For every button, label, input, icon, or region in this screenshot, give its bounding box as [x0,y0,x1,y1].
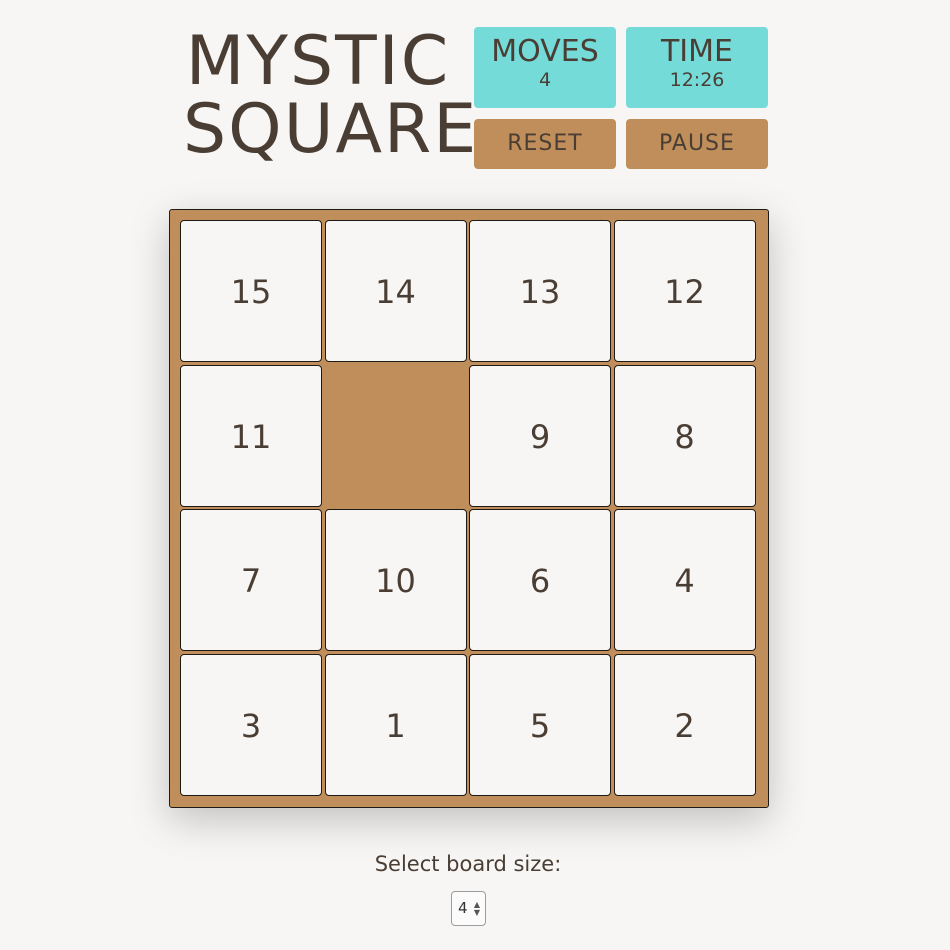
puzzle-tile[interactable]: 11 [180,364,322,507]
puzzle-tile[interactable]: 3 [180,653,322,796]
title-line-2: SQUARE [183,90,479,169]
time-value: 12:26 [669,69,725,91]
board-size-label: Select board size: [374,852,562,876]
puzzle-tile[interactable]: 4 [613,509,756,651]
puzzle-tile[interactable]: 1 [324,653,467,796]
reset-button[interactable]: RESET [474,119,616,169]
board-size-select[interactable]: 4 ▲ ▼ [451,891,486,926]
puzzle-tile[interactable]: 7 [180,509,322,651]
puzzle-tile[interactable]: 10 [324,509,467,651]
pause-button[interactable]: PAUSE [626,119,768,169]
moves-panel: MOVES 4 [474,27,616,108]
time-label: TIME [660,34,733,69]
game-title: MYSTIC SQUARE [183,22,479,169]
puzzle-tile[interactable]: 14 [324,220,467,362]
puzzle-tile[interactable]: 8 [613,364,756,507]
puzzle-board: 15 14 13 12 11 9 8 7 10 6 4 3 1 5 2 [169,209,769,808]
board-size-value: 4 [458,899,468,917]
time-panel: TIME 12:26 [626,27,768,108]
puzzle-tile[interactable]: 6 [469,509,611,651]
select-arrows-icon: ▲ ▼ [473,900,480,917]
title-line-1: MYSTIC [185,22,451,101]
puzzle-tile[interactable]: 5 [469,653,611,796]
moves-label: MOVES [491,34,599,69]
puzzle-tile[interactable]: 2 [613,653,756,796]
moves-count: 4 [538,69,552,91]
puzzle-tile[interactable]: 15 [180,220,322,362]
puzzle-tile[interactable]: 13 [469,220,611,362]
empty-slot [324,364,467,507]
puzzle-tile[interactable]: 12 [613,220,756,362]
puzzle-tile[interactable]: 9 [469,364,611,507]
